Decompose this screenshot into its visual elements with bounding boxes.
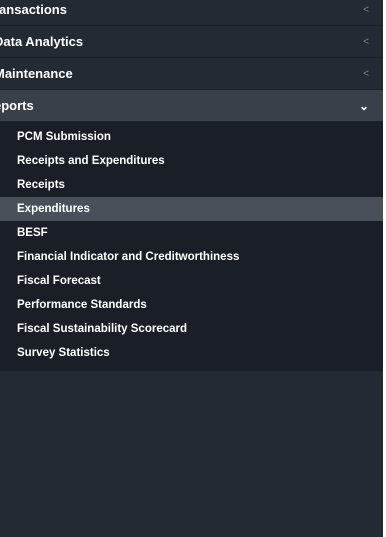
submenu-item-fiscal-sustainability-scorecard[interactable]: Fiscal Sustainability Scorecard <box>0 317 383 341</box>
nav-item-label: ransactions <box>0 2 67 17</box>
nav-item-label: Maintenance <box>0 66 73 81</box>
submenu-item-expenditures[interactable]: Expenditures <box>0 197 383 221</box>
submenu-item-financial-indicator[interactable]: Financial Indicator and Creditworthiness <box>0 245 383 269</box>
nav-item-maintenance[interactable]: Maintenance < <box>0 58 383 90</box>
sidebar: ransactions < Data Analytics < Maintenan… <box>0 0 383 537</box>
nav-item-transactions[interactable]: ransactions < <box>0 0 383 26</box>
submenu-item-performance-standards[interactable]: Performance Standards <box>0 293 383 317</box>
chevron-left-icon: < <box>363 68 369 79</box>
submenu-item-receipts[interactable]: Receipts <box>0 173 383 197</box>
nav-item-data-analytics[interactable]: Data Analytics < <box>0 26 383 58</box>
submenu-item-survey-statistics[interactable]: Survey Statistics <box>0 341 383 365</box>
submenu-item-besf[interactable]: BESF <box>0 221 383 245</box>
nav-item-label: eports <box>0 98 34 113</box>
chevron-left-icon: < <box>363 36 369 47</box>
submenu-item-pcm-submission[interactable]: PCM Submission <box>0 125 383 149</box>
submenu-item-fiscal-forecast[interactable]: Fiscal Forecast <box>0 269 383 293</box>
nav-item-reports[interactable]: eports ⌄ <box>0 90 383 122</box>
reports-submenu: PCM Submission Receipts and Expenditures… <box>0 122 383 371</box>
nav-item-label: Data Analytics <box>0 34 84 49</box>
submenu-item-receipts-and-expenditures[interactable]: Receipts and Expenditures <box>0 149 383 173</box>
chevron-down-icon: ⌄ <box>358 98 369 113</box>
chevron-left-icon: < <box>363 4 369 16</box>
